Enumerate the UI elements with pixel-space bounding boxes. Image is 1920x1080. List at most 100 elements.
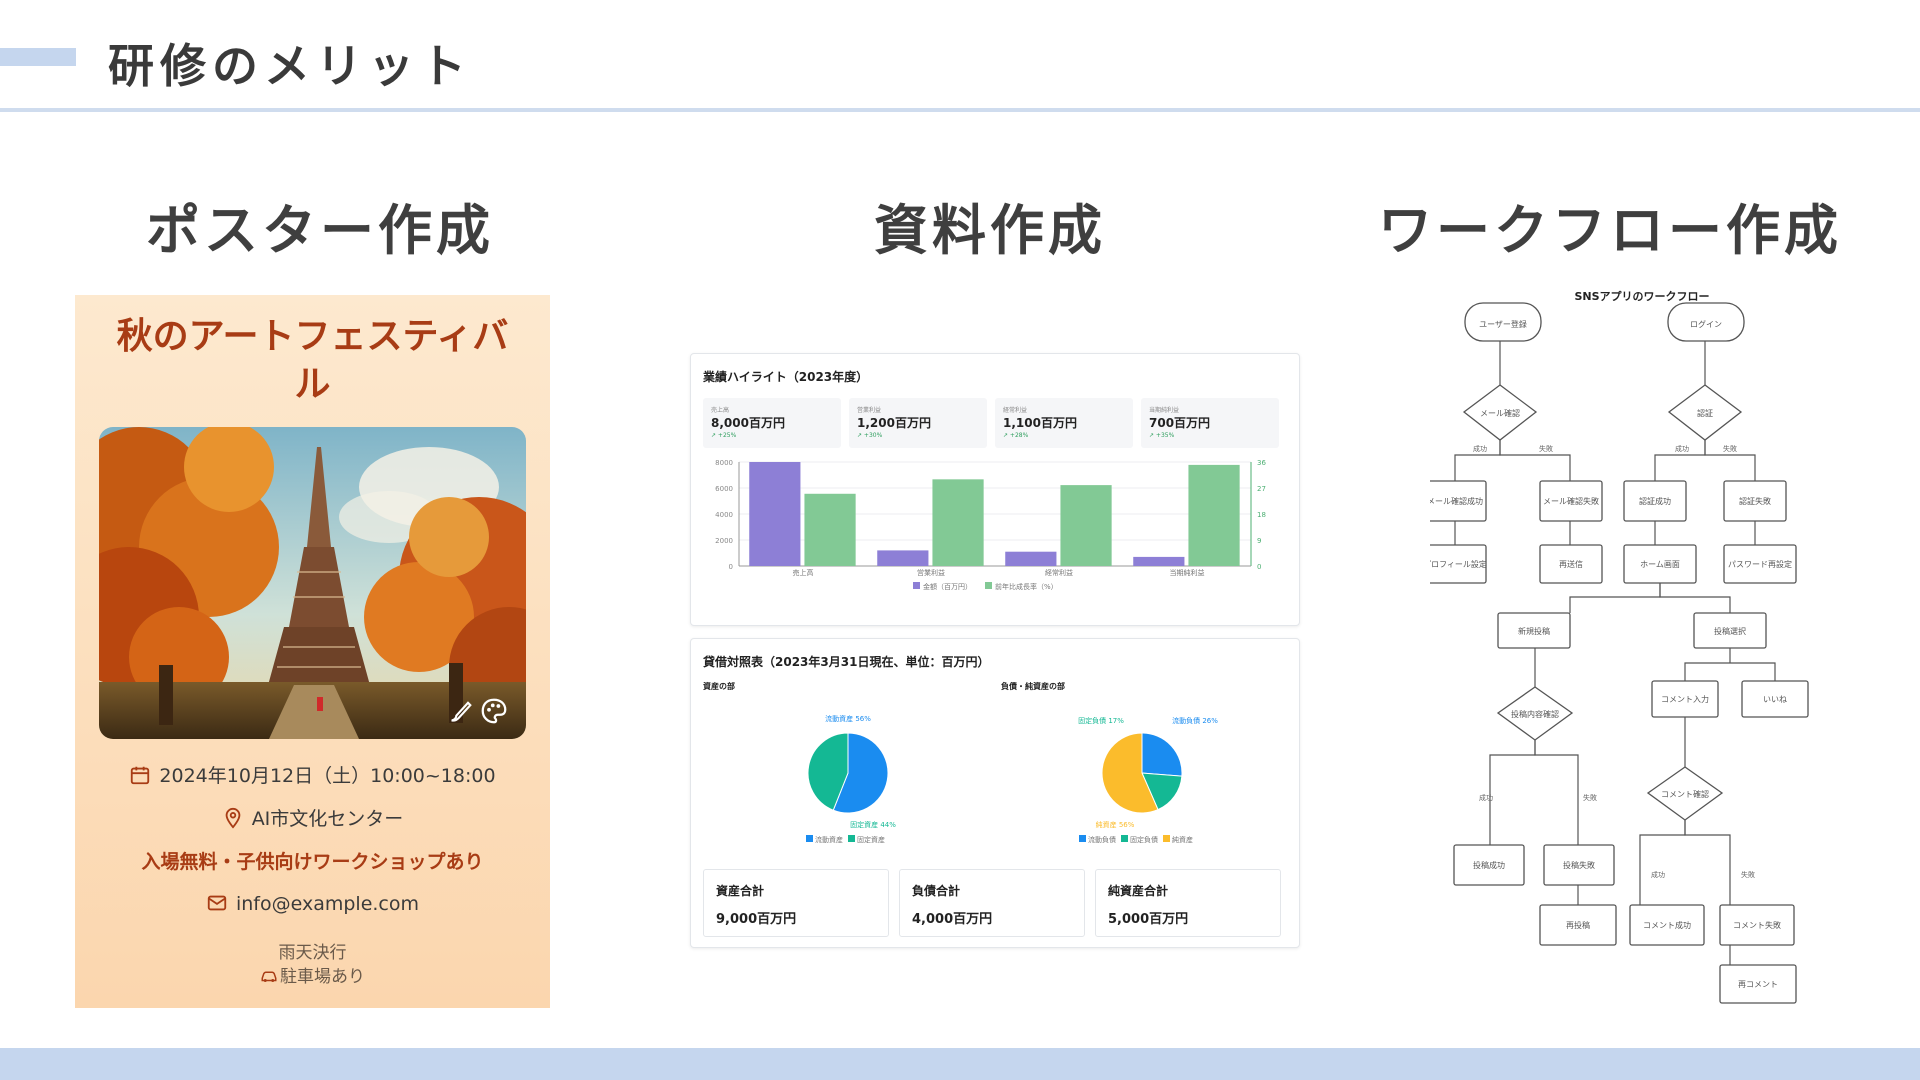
legend-label: 純資産 xyxy=(1172,835,1193,844)
poster-parking-row: 駐車場あり xyxy=(75,962,550,987)
kpi-label: 当期純利益 xyxy=(1149,407,1180,414)
wf-label-repost: 再投稿 xyxy=(1566,920,1590,930)
total-value: 5,000百万円 xyxy=(1108,912,1189,927)
legend-swatch xyxy=(1163,835,1170,842)
y2-tick-label: 27 xyxy=(1257,485,1266,493)
legend-swatch xyxy=(1121,835,1128,842)
sns-workflow-diagram: SNSアプリのワークフロー ユーザー登録 ログイン メール確認 認証 メール確認… xyxy=(1430,289,1809,1004)
wf-label-login: ログイン xyxy=(1690,319,1722,329)
total-value: 9,000百万円 xyxy=(716,912,797,927)
total-assets-box: 資産合計 9,000百万円 xyxy=(703,869,889,937)
wf-edge-fail: 失敗 xyxy=(1723,444,1737,453)
legend-swatch xyxy=(848,835,855,842)
wf-label-post-check: 投稿内容確認 xyxy=(1511,709,1559,719)
palette-icon xyxy=(481,698,507,724)
pie-label: 固定資産 44% xyxy=(850,820,896,829)
bar-growth xyxy=(1188,464,1240,566)
poster-date-row: 2024年10月12日（土）10:00~18:00 xyxy=(75,761,550,788)
pie-label: 流動資産 56% xyxy=(825,714,871,723)
bar-amount xyxy=(877,550,929,566)
kpi-value: 1,100百万円 xyxy=(1003,416,1077,430)
poster-date: 2024年10月12日（土）10:00~18:00 xyxy=(159,765,496,787)
poster-title: 秋のアートフェスティバ ル xyxy=(95,313,530,409)
autumn-tower-illustration xyxy=(99,427,526,739)
wf-edge-fail: 失敗 xyxy=(1741,870,1755,879)
calendar-icon xyxy=(131,766,150,785)
liabilities-label: 負債・純資産の部 xyxy=(1001,682,1065,691)
legend-swatch xyxy=(1079,835,1086,842)
wf-label-recomment: 再コメント xyxy=(1738,980,1778,989)
wf-edge-fail: 失敗 xyxy=(1583,793,1597,802)
pie-label: 純資産 56% xyxy=(1096,820,1135,829)
kpi-label: 売上高 xyxy=(711,407,730,414)
brush-icon xyxy=(451,701,472,722)
legend-label: 固定負債 xyxy=(1130,835,1158,844)
pie-label: 流動負債 26% xyxy=(1172,716,1218,725)
total-equity-box: 純資産合計 5,000百万円 xyxy=(1095,869,1281,937)
bar-amount xyxy=(1005,551,1057,566)
balance-sheet-title: 貸借対照表（2023年3月31日現在、単位：百万円） xyxy=(703,655,990,669)
title-accent-bar xyxy=(0,48,76,66)
poster-photo xyxy=(99,427,526,739)
legend-swatch xyxy=(806,835,813,842)
wf-label-home: ホーム画面 xyxy=(1640,560,1680,569)
car-icon xyxy=(261,971,277,982)
total-liabilities-box: 負債合計 4,000百万円 xyxy=(899,869,1085,937)
kpi-card: 売上高 8,000百万円 ↗ +25% xyxy=(703,398,841,448)
wf-label-comment-check: コメント確認 xyxy=(1661,789,1709,799)
wf-edge-success: 成功 xyxy=(1479,793,1493,802)
total-label: 負債合計 xyxy=(912,884,961,898)
wf-title: SNSアプリのワークフロー xyxy=(1574,289,1709,303)
y2-tick-label: 36 xyxy=(1257,459,1266,467)
wf-edge-success: 成功 xyxy=(1675,444,1689,453)
wf-label-pw-reset: パスワード再設定 xyxy=(1728,559,1792,569)
legend-label: 金額（百万円） xyxy=(923,582,972,591)
y2-tick-label: 18 xyxy=(1257,511,1266,519)
liabilities-pie-chart: 流動負債 26% 固定負債 17% 純資産 56% 流動負債 固定負債 純資産 xyxy=(1078,716,1218,844)
pie-slice xyxy=(1141,732,1183,777)
bar-amount xyxy=(1133,556,1185,566)
x-tick-label: 当期純利益 xyxy=(1170,568,1205,577)
bar-amount xyxy=(749,462,801,566)
kpi-label: 経常利益 xyxy=(1003,407,1028,414)
report-highlight-card: 業績ハイライト（2023年度） 売上高 8,000百万円 ↗ +25% 営業利益… xyxy=(690,353,1300,626)
kpi-label: 営業利益 xyxy=(857,407,882,414)
wf-label-mail-ng: メール確認失敗 xyxy=(1543,496,1599,506)
wf-label-like: いいね xyxy=(1763,695,1787,704)
legend-swatch xyxy=(913,582,920,589)
total-label: 純資産合計 xyxy=(1108,884,1169,898)
kpi-change: ↗ +28% xyxy=(1003,432,1029,439)
x-tick-label: 営業利益 xyxy=(917,568,945,577)
poster-title-line2: ル xyxy=(294,364,331,405)
footer-band xyxy=(0,1048,1920,1080)
heading-report: 資料作成 xyxy=(874,199,1106,262)
bar-growth xyxy=(804,493,856,566)
title-divider xyxy=(0,108,1920,112)
poster-email: info@example.com xyxy=(235,893,420,915)
wf-label-select-post: 投稿選択 xyxy=(1714,626,1746,636)
x-tick-label: 売上高 xyxy=(793,568,814,577)
wf-label-auth: 認証 xyxy=(1697,408,1713,418)
y-tick-label: 0 xyxy=(729,563,733,571)
poster-note: 入場無料・子供向けワークショップあり xyxy=(141,851,484,873)
kpi-change: ↗ +35% xyxy=(1149,432,1175,439)
heading-poster: ポスター作成 xyxy=(146,199,494,262)
performance-bar-chart: 0 2000 4000 6000 8000 0 9 18 27 36 売上高 営業利益 経常利益 当期純利… xyxy=(715,459,1266,591)
poster-venue: AI市文化センター xyxy=(251,808,404,830)
kpi-card: 経常利益 1,100百万円 ↗ +28% xyxy=(995,398,1133,448)
wf-label-mail-ok: メール確認成功 xyxy=(1430,496,1483,506)
wf-label-comment-ok: コメント成功 xyxy=(1643,920,1691,930)
poster-title-line1: 秋のアートフェスティバ xyxy=(116,316,509,357)
wf-label-comment-input: コメント入力 xyxy=(1661,694,1709,704)
legend-label: 流動資産 xyxy=(815,835,843,844)
assets-pie-chart: 流動資産 56% 固定資産 44% 流動資産 固定資産 xyxy=(806,714,896,844)
mail-icon xyxy=(207,895,227,911)
wf-label-auth-ok: 認証成功 xyxy=(1639,496,1671,506)
kpi-value: 700百万円 xyxy=(1149,416,1211,430)
y-tick-label: 6000 xyxy=(715,485,733,493)
legend-swatch xyxy=(985,582,992,589)
kpi-value: 1,200百万円 xyxy=(857,416,931,430)
y2-tick-label: 9 xyxy=(1257,537,1261,545)
poster-venue-row: AI市文化センター xyxy=(75,804,550,831)
x-tick-label: 経常利益 xyxy=(1045,568,1073,577)
